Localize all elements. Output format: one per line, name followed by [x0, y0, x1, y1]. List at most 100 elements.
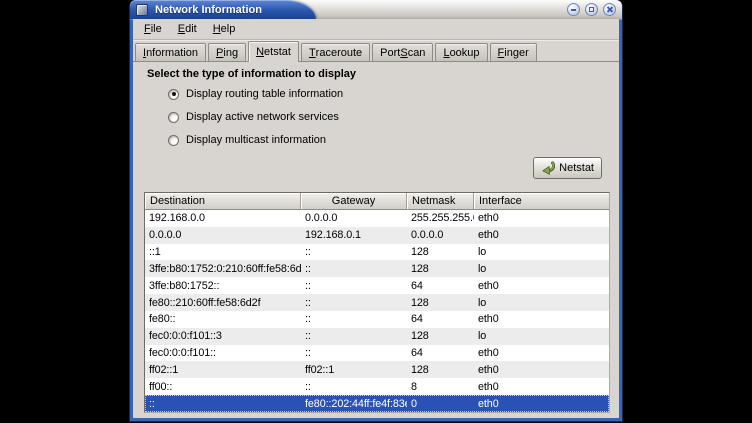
table-cell: 128: [407, 244, 474, 261]
table-cell: fe80::: [145, 311, 301, 328]
table-cell: 64: [407, 345, 474, 362]
radio-option-display-multicast-information[interactable]: Display multicast information: [168, 133, 343, 147]
section-label: Select the type of information to displa…: [147, 68, 356, 80]
table-cell: ::: [301, 260, 407, 277]
table-row[interactable]: ff00::::8eth0: [145, 378, 609, 395]
close-icon: [606, 6, 613, 13]
table-cell: lo: [474, 260, 609, 277]
table-cell: eth0: [474, 345, 609, 362]
netstat-button[interactable]: Netstat: [533, 157, 602, 179]
table-cell: eth0: [474, 210, 609, 227]
table-cell: fe80::210:60ff:fe58:6d2f: [145, 294, 301, 311]
table-cell: 128: [407, 260, 474, 277]
radio-button-icon: [168, 135, 179, 146]
table-cell: 128: [407, 361, 474, 378]
minimize-button[interactable]: [567, 3, 580, 16]
tab-bar: InformationPingNetstatTraceroutePort Sca…: [133, 40, 619, 62]
table-cell: eth0: [474, 378, 609, 395]
minimize-icon: [571, 9, 576, 11]
table-row[interactable]: 192.168.0.00.0.0.0255.255.255.0eth0: [145, 210, 609, 227]
table-cell: ::: [301, 294, 407, 311]
radio-option-label: Display active network services: [186, 111, 339, 123]
table-cell: eth0: [474, 361, 609, 378]
close-button[interactable]: [603, 3, 616, 16]
radio-option-label: Display multicast information: [186, 134, 326, 146]
radio-button-icon: [168, 112, 179, 123]
tab-traceroute[interactable]: Traceroute: [301, 43, 370, 61]
table-cell: ::: [145, 395, 301, 412]
table-cell: 255.255.255.0: [407, 210, 474, 227]
window-controls: [567, 3, 616, 16]
table-body: 192.168.0.00.0.0.0255.255.255.0eth00.0.0…: [145, 210, 609, 412]
table-row[interactable]: ::fe80::202:44ff:fe4f:83e10eth0: [145, 395, 609, 412]
network-information-window: Network Information FileEditHelp Informa…: [130, 0, 622, 421]
menu-item-help[interactable]: Help: [205, 20, 244, 38]
tab-finger[interactable]: Finger: [490, 43, 537, 61]
tab-information[interactable]: Information: [135, 43, 206, 61]
table-cell: 3ffe:b80:1752:0:210:60ff:fe58:6d2f: [145, 260, 301, 277]
radio-button-icon: [168, 89, 179, 100]
table-cell: ::: [301, 328, 407, 345]
menu-item-edit[interactable]: Edit: [170, 20, 205, 38]
radio-option-label: Display routing table information: [186, 88, 343, 100]
table-cell: ::: [301, 277, 407, 294]
column-header-destination[interactable]: Destination: [145, 193, 301, 210]
tab-lookup[interactable]: Lookup: [435, 43, 487, 61]
table-cell: eth0: [474, 227, 609, 244]
table-row[interactable]: ff02::1ff02::1128eth0: [145, 361, 609, 378]
menu-item-file[interactable]: File: [136, 20, 170, 38]
column-header-interface[interactable]: Interface: [474, 193, 609, 210]
table-cell: ::: [301, 311, 407, 328]
table-cell: eth0: [474, 395, 609, 412]
column-header-gateway[interactable]: Gateway: [301, 193, 407, 210]
table-row[interactable]: fe80::::64eth0: [145, 311, 609, 328]
table-row[interactable]: fec0:0:0:f101::::64eth0: [145, 345, 609, 362]
table-cell: 192.168.0.1: [301, 227, 407, 244]
table-cell: 192.168.0.0: [145, 210, 301, 227]
table-cell: 8: [407, 378, 474, 395]
radio-group: Display routing table information Display…: [168, 87, 343, 147]
radio-option-display-active-network-services[interactable]: Display active network services: [168, 110, 343, 124]
table-cell: lo: [474, 294, 609, 311]
table-cell: eth0: [474, 277, 609, 294]
table-cell: ff02::1: [145, 361, 301, 378]
table-row[interactable]: 3ffe:b80:1752::::64eth0: [145, 277, 609, 294]
window-body: FileEditHelp InformationPingNetstatTrace…: [133, 19, 619, 418]
table-cell: ::: [301, 244, 407, 261]
table-cell: 3ffe:b80:1752::: [145, 277, 301, 294]
table-cell: ff00::: [145, 378, 301, 395]
table-row[interactable]: 3ffe:b80:1752:0:210:60ff:fe58:6d2f::128l…: [145, 260, 609, 277]
table-cell: ::1: [145, 244, 301, 261]
maximize-icon: [589, 7, 594, 12]
jump-to-arrow-icon: [541, 161, 555, 175]
maximize-button[interactable]: [585, 3, 598, 16]
radio-option-display-routing-table-information[interactable]: Display routing table information: [168, 87, 343, 101]
titlebar-tab: Network Information: [130, 0, 316, 19]
table-cell: 64: [407, 277, 474, 294]
tab-ping[interactable]: Ping: [208, 43, 246, 61]
table-cell: ::: [301, 378, 407, 395]
routing-table: DestinationGatewayNetmaskInterface 192.1…: [144, 192, 610, 413]
table-cell: ff02::1: [301, 361, 407, 378]
table-cell: 128: [407, 328, 474, 345]
tab-port-scan[interactable]: Port Scan: [372, 43, 433, 61]
table-cell: ::: [301, 345, 407, 362]
table-row[interactable]: fec0:0:0:f101::3::128lo: [145, 328, 609, 345]
table-row[interactable]: ::1::128lo: [145, 244, 609, 261]
menubar: FileEditHelp: [133, 19, 619, 40]
tab-netstat[interactable]: Netstat: [248, 41, 299, 62]
window-title: Network Information: [155, 4, 262, 16]
table-cell: 64: [407, 311, 474, 328]
table-cell: 0.0.0.0: [301, 210, 407, 227]
table-row[interactable]: fe80::210:60ff:fe58:6d2f::128lo: [145, 294, 609, 311]
netstat-panel: Select the type of information to displa…: [133, 62, 619, 418]
table-cell: lo: [474, 244, 609, 261]
titlebar[interactable]: Network Information: [130, 0, 622, 20]
table-header: DestinationGatewayNetmaskInterface: [145, 193, 609, 210]
table-row[interactable]: 0.0.0.0192.168.0.10.0.0.0eth0: [145, 227, 609, 244]
netstat-button-label: Netstat: [559, 162, 594, 174]
app-window-icon: [136, 4, 148, 16]
table-cell: 128: [407, 294, 474, 311]
table-cell: lo: [474, 328, 609, 345]
column-header-netmask[interactable]: Netmask: [407, 193, 474, 210]
